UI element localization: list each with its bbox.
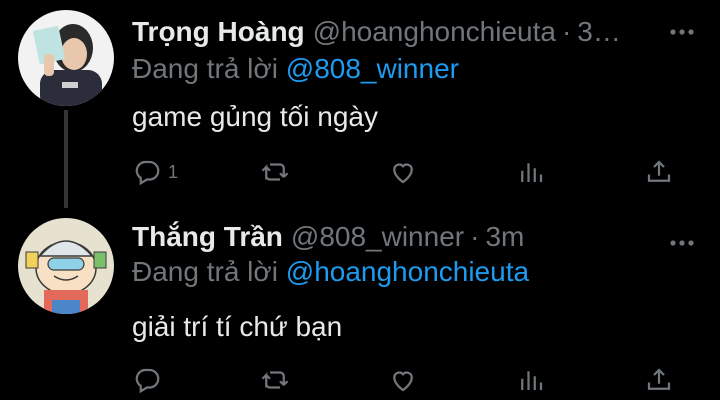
tweet-header: Trọng Hoàng @hoanghonchieuta · 3… — [132, 12, 720, 52]
mention-link[interactable]: @hoanghonchieuta — [286, 256, 529, 287]
avatar[interactable] — [18, 10, 114, 106]
reply-icon — [135, 368, 160, 394]
replying-to: Đang trả lời @808_winner — [132, 50, 459, 88]
display-name[interactable]: Thắng Trần — [132, 221, 283, 252]
stats-button[interactable] — [516, 364, 546, 396]
share-button[interactable] — [644, 364, 674, 396]
tweet[interactable]: Thắng Trần @808_winner · 3m Đang trả lời @h… — [0, 205, 720, 400]
thread-line — [64, 110, 68, 208]
tweet[interactable]: Trọng Hoàng @hoanghonchieuta · 3… Đang trả … — [0, 0, 720, 208]
separator-dot: · — [470, 221, 480, 252]
stats-button[interactable] — [516, 156, 546, 188]
cartoon-character-icon — [18, 218, 114, 314]
share-icon — [647, 160, 671, 182]
stats-icon — [521, 163, 543, 182]
timestamp[interactable]: 3… — [577, 16, 621, 47]
replying-to-label: Đang trả lời — [132, 256, 278, 287]
reply-button[interactable] — [132, 364, 168, 396]
retweet-icon — [261, 163, 289, 181]
username-handle[interactable]: @hoanghonchieuta — [313, 16, 556, 47]
retweet-button[interactable] — [260, 364, 290, 396]
timestamp[interactable]: 3m — [485, 221, 524, 252]
person-photo-icon — [18, 10, 114, 106]
username-handle[interactable]: @808_winner — [291, 221, 464, 252]
replying-to-label: Đang trả lời — [132, 53, 278, 84]
mention-link[interactable]: @808_winner — [286, 53, 459, 84]
like-button[interactable] — [388, 364, 418, 396]
retweet-icon — [261, 371, 289, 389]
share-icon — [647, 368, 671, 390]
tweet-header: Thắng Trần @808_winner · 3m — [132, 217, 720, 257]
tweet-actions: 1 — [132, 156, 692, 188]
reply-button[interactable]: 1 — [132, 156, 178, 188]
stats-icon — [521, 371, 543, 390]
retweet-button[interactable] — [260, 156, 290, 188]
like-icon — [393, 163, 413, 184]
more-icon[interactable] — [668, 229, 696, 257]
separator-dot: · — [561, 16, 572, 47]
tweet-text: game gủng tối ngày — [132, 101, 378, 132]
replying-to: Đang trả lời @hoanghonchieuta — [132, 253, 529, 291]
like-icon — [393, 371, 413, 392]
tweet-actions — [132, 364, 692, 396]
reply-icon — [135, 160, 160, 186]
more-icon[interactable] — [668, 18, 696, 46]
tweet-text: giải trí tí chứ bạn — [132, 311, 343, 342]
display-name[interactable]: Trọng Hoàng — [132, 16, 305, 47]
like-button[interactable] — [388, 156, 418, 188]
avatar[interactable] — [18, 218, 114, 314]
reply-count: 1 — [168, 161, 179, 182]
share-button[interactable] — [644, 156, 674, 188]
